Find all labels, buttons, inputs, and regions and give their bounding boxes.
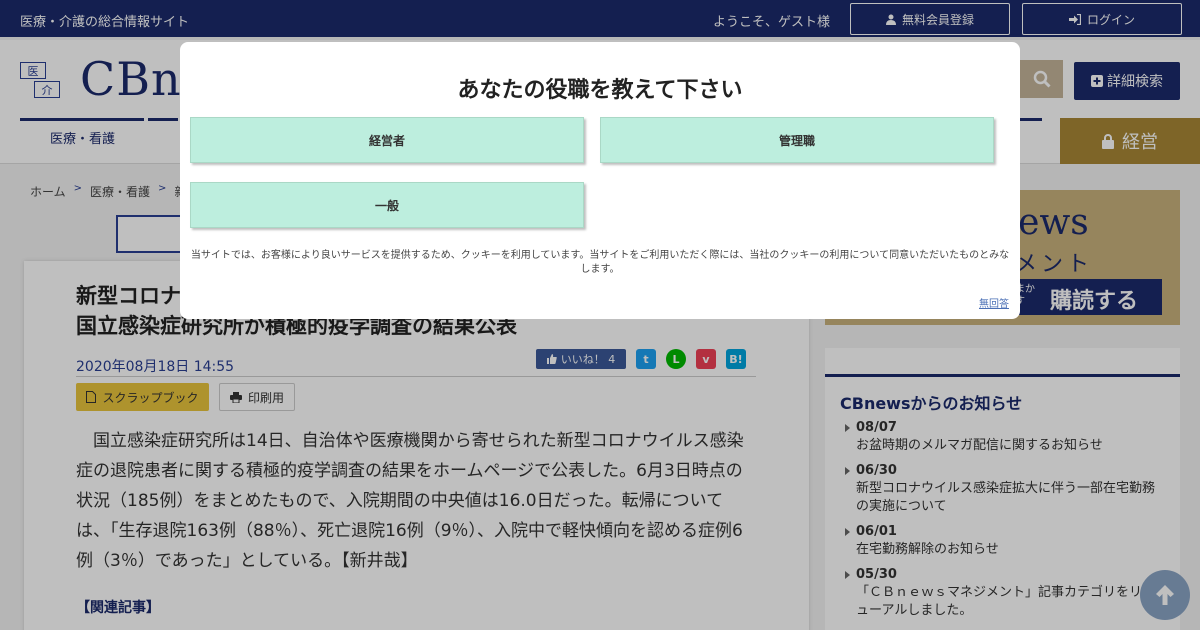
cookie-notice: 当サイトでは、お客様により良いサービスを提供するため、クッキーを利用しています。… xyxy=(190,250,1010,275)
role-general-button[interactable]: 一般 xyxy=(190,182,584,228)
role-manager-button[interactable]: 管理職 xyxy=(600,117,994,163)
no-answer-link[interactable]: 無回答 xyxy=(979,295,1009,310)
modal-title: あなたの役職を教えて下さい xyxy=(457,78,743,103)
role-executive-button[interactable]: 経営者 xyxy=(190,117,584,163)
role-survey-modal: あなたの役職を教えて下さい 経営者 管理職 一般 当サイトでは、お客様により良い… xyxy=(180,42,1020,319)
